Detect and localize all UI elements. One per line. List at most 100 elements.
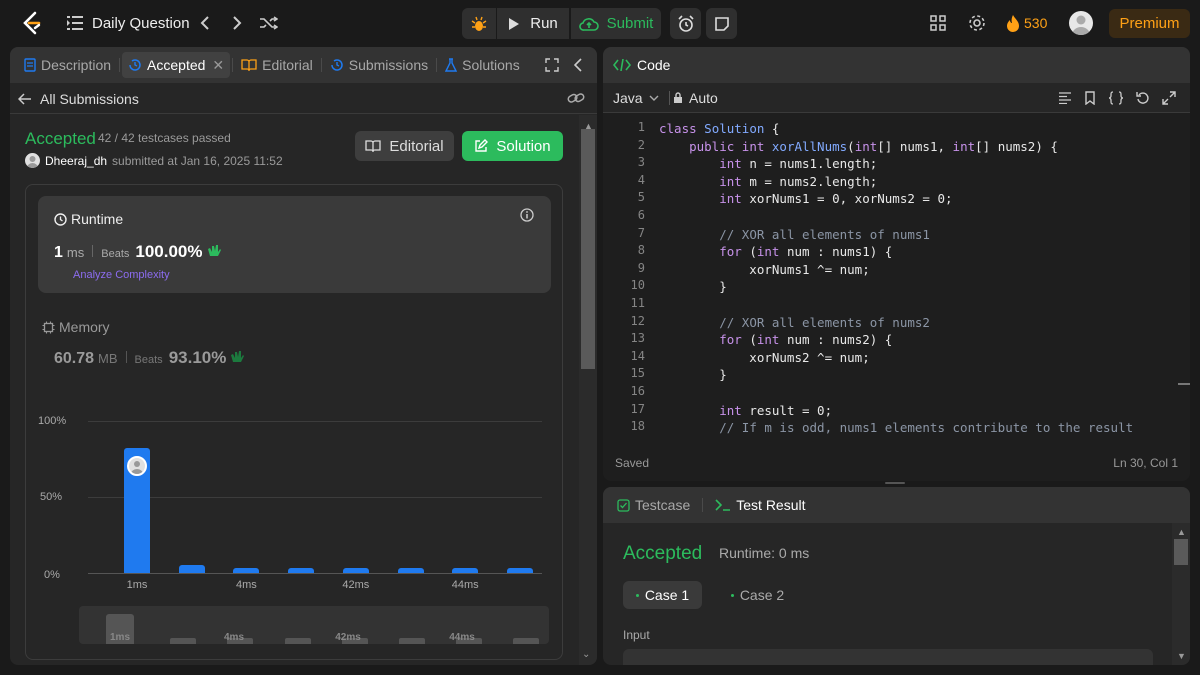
editorial-button[interactable]: Editorial	[355, 131, 454, 161]
scroll-down-icon[interactable]: ⌄	[582, 649, 590, 660]
code-line[interactable]: xorNums2 ^= num;	[659, 349, 869, 367]
code-line[interactable]: int xorNums1 = 0, xorNums2 = 0;	[659, 190, 952, 208]
tab-description[interactable]: Description	[18, 52, 117, 78]
settings-gear-icon[interactable]	[967, 13, 987, 33]
chart-bar[interactable]	[178, 565, 205, 573]
x-tick-label: 4ms	[236, 579, 257, 591]
memory-title-row[interactable]: Memory	[42, 319, 110, 335]
bookmark-icon[interactable]	[1084, 91, 1096, 105]
notes-button[interactable]	[706, 8, 737, 39]
debug-button[interactable]	[462, 8, 496, 39]
fullscreen-icon[interactable]	[1162, 91, 1176, 105]
problem-list-title[interactable]: Daily Question	[92, 13, 190, 33]
format-icon[interactable]	[1058, 92, 1072, 104]
line-number: 18	[630, 419, 645, 434]
leetcode-logo-icon[interactable]	[20, 11, 44, 35]
run-label: Run	[530, 15, 558, 32]
maximize-icon[interactable]	[545, 58, 559, 72]
chart-bar[interactable]	[342, 568, 369, 573]
tab-description-label: Description	[41, 57, 112, 73]
premium-button[interactable]: Premium	[1109, 9, 1190, 38]
clap-icon	[207, 245, 221, 256]
range-selector[interactable]: 1ms 4ms 42ms 44ms	[79, 606, 549, 644]
layout-grid-icon[interactable]	[929, 14, 947, 32]
chart-bar[interactable]	[233, 568, 260, 573]
code-line[interactable]: }	[659, 366, 727, 384]
chart-bar[interactable]	[124, 448, 150, 573]
scroll-down-icon[interactable]: ▼	[1177, 651, 1186, 661]
analyze-complexity-link[interactable]: Analyze Complexity	[73, 269, 170, 281]
scroll-up-icon[interactable]: ▲	[1177, 527, 1186, 537]
code-line[interactable]: xorNums1 ^= num;	[659, 261, 869, 279]
shuffle-icon[interactable]	[259, 14, 279, 32]
timer-button[interactable]	[670, 8, 701, 39]
case-2-label: Case 2	[739, 587, 785, 603]
test-scrollbar[interactable]: ▲ ▼	[1172, 523, 1190, 665]
language-label: Java	[613, 90, 643, 106]
left-scrollbar[interactable]: ▲ ⌄	[579, 115, 597, 665]
book-icon	[241, 59, 257, 71]
username[interactable]: Dheeraj_dh	[45, 154, 107, 168]
tab-submissions[interactable]: Submissions	[324, 52, 434, 78]
scrollbar-thumb[interactable]	[1174, 539, 1188, 565]
panel-resizer[interactable]	[885, 482, 905, 484]
tab-accepted[interactable]: Accepted ✕	[122, 52, 231, 78]
code-line[interactable]: int result = 0;	[659, 402, 832, 420]
code-line[interactable]: int n = nums1.length;	[659, 155, 877, 173]
solution-button[interactable]: Solution	[462, 131, 563, 161]
code-editor[interactable]: 1 class Solution {2 public int xorAllNums…	[603, 120, 1190, 440]
chart-bar[interactable]	[397, 568, 424, 573]
history-icon	[129, 59, 141, 71]
runtime-title: Runtime	[71, 211, 124, 227]
case-2-tab[interactable]: Case 2	[718, 581, 797, 609]
code-line[interactable]: for (int num : nums1) {	[659, 243, 892, 261]
code-line[interactable]: // If m is odd, nums1 elements contribut…	[659, 419, 1133, 437]
next-question-icon[interactable]	[228, 14, 246, 32]
arrow-left-icon	[18, 93, 31, 105]
language-select[interactable]: Java	[613, 90, 659, 106]
tab-testcase[interactable]: Testcase	[613, 492, 694, 518]
user-avatar[interactable]	[1069, 11, 1093, 35]
close-tab-icon[interactable]: ✕	[212, 57, 224, 74]
y-tick-label: 50%	[40, 491, 63, 503]
code-line[interactable]: class Solution {	[659, 120, 779, 138]
runtime-card[interactable]: Runtime 1 ms Beats 100.00% Analyze Compl…	[38, 196, 551, 293]
tab-test-result[interactable]: Test Result	[711, 492, 809, 518]
chart-bar[interactable]	[452, 568, 479, 573]
mode-label: Auto	[689, 90, 718, 106]
code-line[interactable]: // XOR all elements of nums1	[659, 226, 930, 244]
problem-list-icon[interactable]	[66, 14, 84, 32]
code-line[interactable]: // XOR all elements of nums2	[659, 314, 930, 332]
all-submissions-link[interactable]: All Submissions	[18, 89, 139, 109]
braces-icon[interactable]	[1108, 91, 1124, 105]
tab-editorial[interactable]: Editorial	[235, 52, 319, 78]
streak-count: 530	[1024, 15, 1048, 31]
streak-counter[interactable]: 530	[1006, 13, 1047, 33]
code-line[interactable]: public int xorAllNums(int[] nums1, int[]…	[659, 138, 1058, 156]
all-submissions-label: All Submissions	[40, 91, 139, 107]
memory-value: 60.78	[54, 350, 95, 367]
auto-mode[interactable]: Auto	[673, 90, 718, 106]
run-button[interactable]: Run	[497, 8, 569, 39]
code-line[interactable]: for (int num : nums2) {	[659, 331, 892, 349]
input-value-box[interactable]	[623, 649, 1153, 665]
play-icon	[509, 17, 520, 30]
previous-question-icon[interactable]	[196, 14, 214, 32]
chart-bar[interactable]	[288, 568, 315, 573]
reset-icon[interactable]	[1136, 91, 1150, 105]
submit-button[interactable]: Submit	[571, 8, 661, 39]
mini-bar	[284, 638, 311, 644]
share-link-icon[interactable]	[567, 91, 585, 105]
testcases-passed: 42 / 42 testcases passed	[98, 131, 231, 145]
memory-beats: 93.10%	[168, 348, 227, 367]
chart-bar[interactable]	[506, 568, 533, 573]
case-1-tab[interactable]: Case 1	[623, 581, 702, 609]
tab-solutions[interactable]: Solutions	[439, 52, 526, 78]
mini-bar	[170, 638, 197, 644]
code-line[interactable]: }	[659, 278, 727, 296]
info-icon[interactable]	[520, 208, 534, 222]
collapse-panel-icon[interactable]	[574, 58, 582, 72]
scrollbar-thumb[interactable]	[581, 129, 595, 369]
code-line[interactable]: int m = nums2.length;	[659, 173, 877, 191]
tab-test-result-label: Test Result	[736, 497, 806, 513]
